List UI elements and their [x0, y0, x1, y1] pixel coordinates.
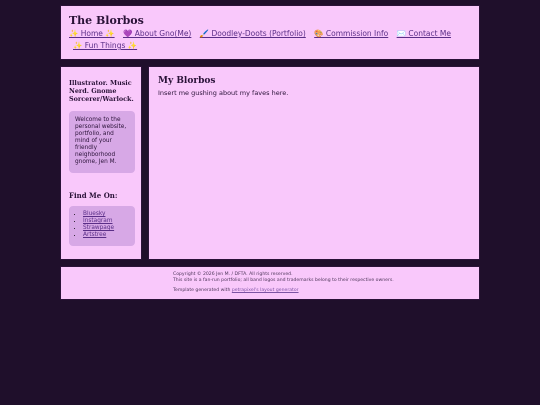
- footer-generated: Template generated with petrapixel's lay…: [173, 288, 299, 294]
- main-content: My Blorbos Insert me gushing about my fa…: [148, 66, 480, 260]
- nav-fun-things[interactable]: ✨ Fun Things ✨: [73, 41, 137, 50]
- welcome-card: Welcome to the personal website, portfol…: [69, 111, 135, 173]
- social-links-card: Bluesky Instagram Strawpage Artstree: [69, 206, 135, 246]
- nav-home[interactable]: ✨ Home ✨: [69, 29, 115, 38]
- footer: Copyright © 2026 Jen M. / DFTA. All righ…: [60, 266, 480, 300]
- nav-about[interactable]: 💜 About Gno(Me): [123, 29, 191, 38]
- header: The Blorbos ✨ Home ✨ 💜 About Gno(Me) 🖌️ …: [60, 5, 480, 60]
- link-artstree[interactable]: Artstree: [83, 232, 106, 238]
- link-instagram[interactable]: Instagram: [83, 218, 113, 224]
- list-item: Bluesky: [83, 211, 135, 218]
- social-links-list: Bluesky Instagram Strawpage Artstree: [75, 211, 135, 239]
- find-me-heading: Find Me On:: [69, 191, 118, 200]
- footer-notice: This site is a fan-run portfolio; all ba…: [173, 278, 394, 283]
- nav-contact[interactable]: ✉️ Contact Me: [397, 29, 451, 38]
- tagline: Illustrator. Music Nerd. Gnome Sorcerer/…: [69, 79, 134, 103]
- layout-generator-link[interactable]: petrapixel's layout generator: [232, 288, 299, 293]
- list-item: Instagram: [83, 218, 135, 225]
- main-nav: ✨ Home ✨ 💜 About Gno(Me) 🖌️ Doodley-Doot…: [69, 28, 475, 52]
- link-bluesky[interactable]: Bluesky: [83, 211, 105, 217]
- footer-generated-prefix: Template generated with: [173, 288, 232, 293]
- list-item: Artstree: [83, 232, 135, 239]
- nav-portfolio[interactable]: 🖌️ Doodley-Doots (Portfolio): [200, 29, 306, 38]
- list-item: Strawpage: [83, 225, 135, 232]
- main-body-text: Insert me gushing about my faves here.: [158, 89, 289, 97]
- nav-commission[interactable]: 🎨 Commission Info: [314, 29, 388, 38]
- sidebar: Illustrator. Music Nerd. Gnome Sorcerer/…: [60, 66, 142, 260]
- footer-copyright: Copyright © 2026 Jen M. / DFTA. All righ…: [173, 272, 293, 277]
- site-title: The Blorbos: [69, 14, 144, 27]
- link-strawpage[interactable]: Strawpage: [83, 225, 114, 231]
- page-title: My Blorbos: [158, 76, 216, 86]
